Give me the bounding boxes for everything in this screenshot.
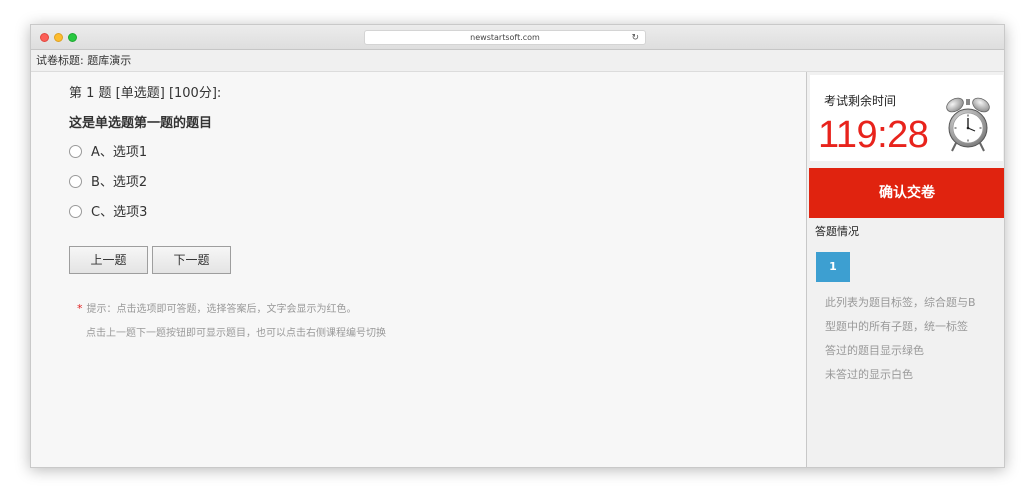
- option-b[interactable]: B、选项2: [69, 174, 147, 192]
- browser-window: newstartsoft.com ↻ 试卷标题: 题库演示 第 1 题 [单选题…: [30, 24, 1005, 468]
- hint-text-1: 提示：点击选项即可答题，选择答案后，文字会显示为红色。: [86, 304, 357, 315]
- legend-line-1: 此列表为题目标签，综合题与B: [825, 296, 976, 309]
- required-star-icon: *: [77, 302, 83, 315]
- option-b-label: B、选项2: [91, 175, 148, 190]
- legend-line-3: 答过的题目显示绿色: [825, 344, 924, 357]
- exam-title-bar: 试卷标题: 题库演示: [31, 50, 1004, 72]
- option-c-label: C、选项3: [91, 205, 148, 220]
- timer-value: 119:28: [818, 114, 929, 156]
- question-text: 这是单选题第一题的题目: [69, 116, 213, 131]
- option-a-label: A、选项1: [91, 145, 148, 160]
- timer-label: 考试剩余时间: [824, 94, 897, 108]
- option-c-radio[interactable]: [69, 205, 82, 218]
- prev-question-button[interactable]: 上一题: [69, 246, 148, 274]
- question-panel: 第 1 题 [单选题] [100分]: 这是单选题第一题的题目 A、选项1 B、…: [31, 72, 806, 467]
- address-bar[interactable]: newstartsoft.com ↻: [364, 30, 646, 45]
- submit-exam-button[interactable]: 确认交卷: [809, 168, 1004, 218]
- browser-titlebar: newstartsoft.com ↻: [31, 25, 1004, 50]
- exam-title-label: 试卷标题:: [36, 54, 84, 67]
- next-question-button[interactable]: 下一题: [152, 246, 231, 274]
- exam-sidebar: 考试剩余时间 119:28 确认交卷 答题情况 1 此列表为题目标签，综合题与B…: [806, 72, 1004, 467]
- option-a-radio[interactable]: [69, 145, 82, 158]
- minimize-window-button[interactable]: [54, 33, 63, 42]
- reload-icon[interactable]: ↻: [631, 32, 639, 44]
- answer-status-label: 答题情况: [815, 225, 859, 238]
- legend-line-4: 未答过的显示白色: [825, 368, 913, 381]
- exam-title-value: 题库演示: [87, 54, 132, 67]
- address-bar-url: newstartsoft.com: [470, 33, 540, 42]
- timer-box: 考试剩余时间 119:28: [810, 75, 1003, 161]
- option-a[interactable]: A、选项1: [69, 144, 147, 162]
- question-number-1[interactable]: 1: [816, 252, 850, 282]
- alarm-clock-icon: [946, 97, 990, 152]
- option-b-radio[interactable]: [69, 175, 82, 188]
- zoom-window-button[interactable]: [68, 33, 77, 42]
- legend-line-2: 型题中的所有子题，统一标签: [825, 320, 968, 333]
- hint-line-2: 点击上一题下一题按钮即可显示题目，也可以点击右侧课程编号切换: [86, 328, 386, 339]
- hint-line-1: * 提示：点击选项即可答题，选择答案后，文字会显示为红色。: [77, 300, 357, 315]
- close-window-button[interactable]: [40, 33, 49, 42]
- option-c[interactable]: C、选项3: [69, 204, 147, 222]
- question-title: 第 1 题 [单选题] [100分]:: [69, 86, 222, 101]
